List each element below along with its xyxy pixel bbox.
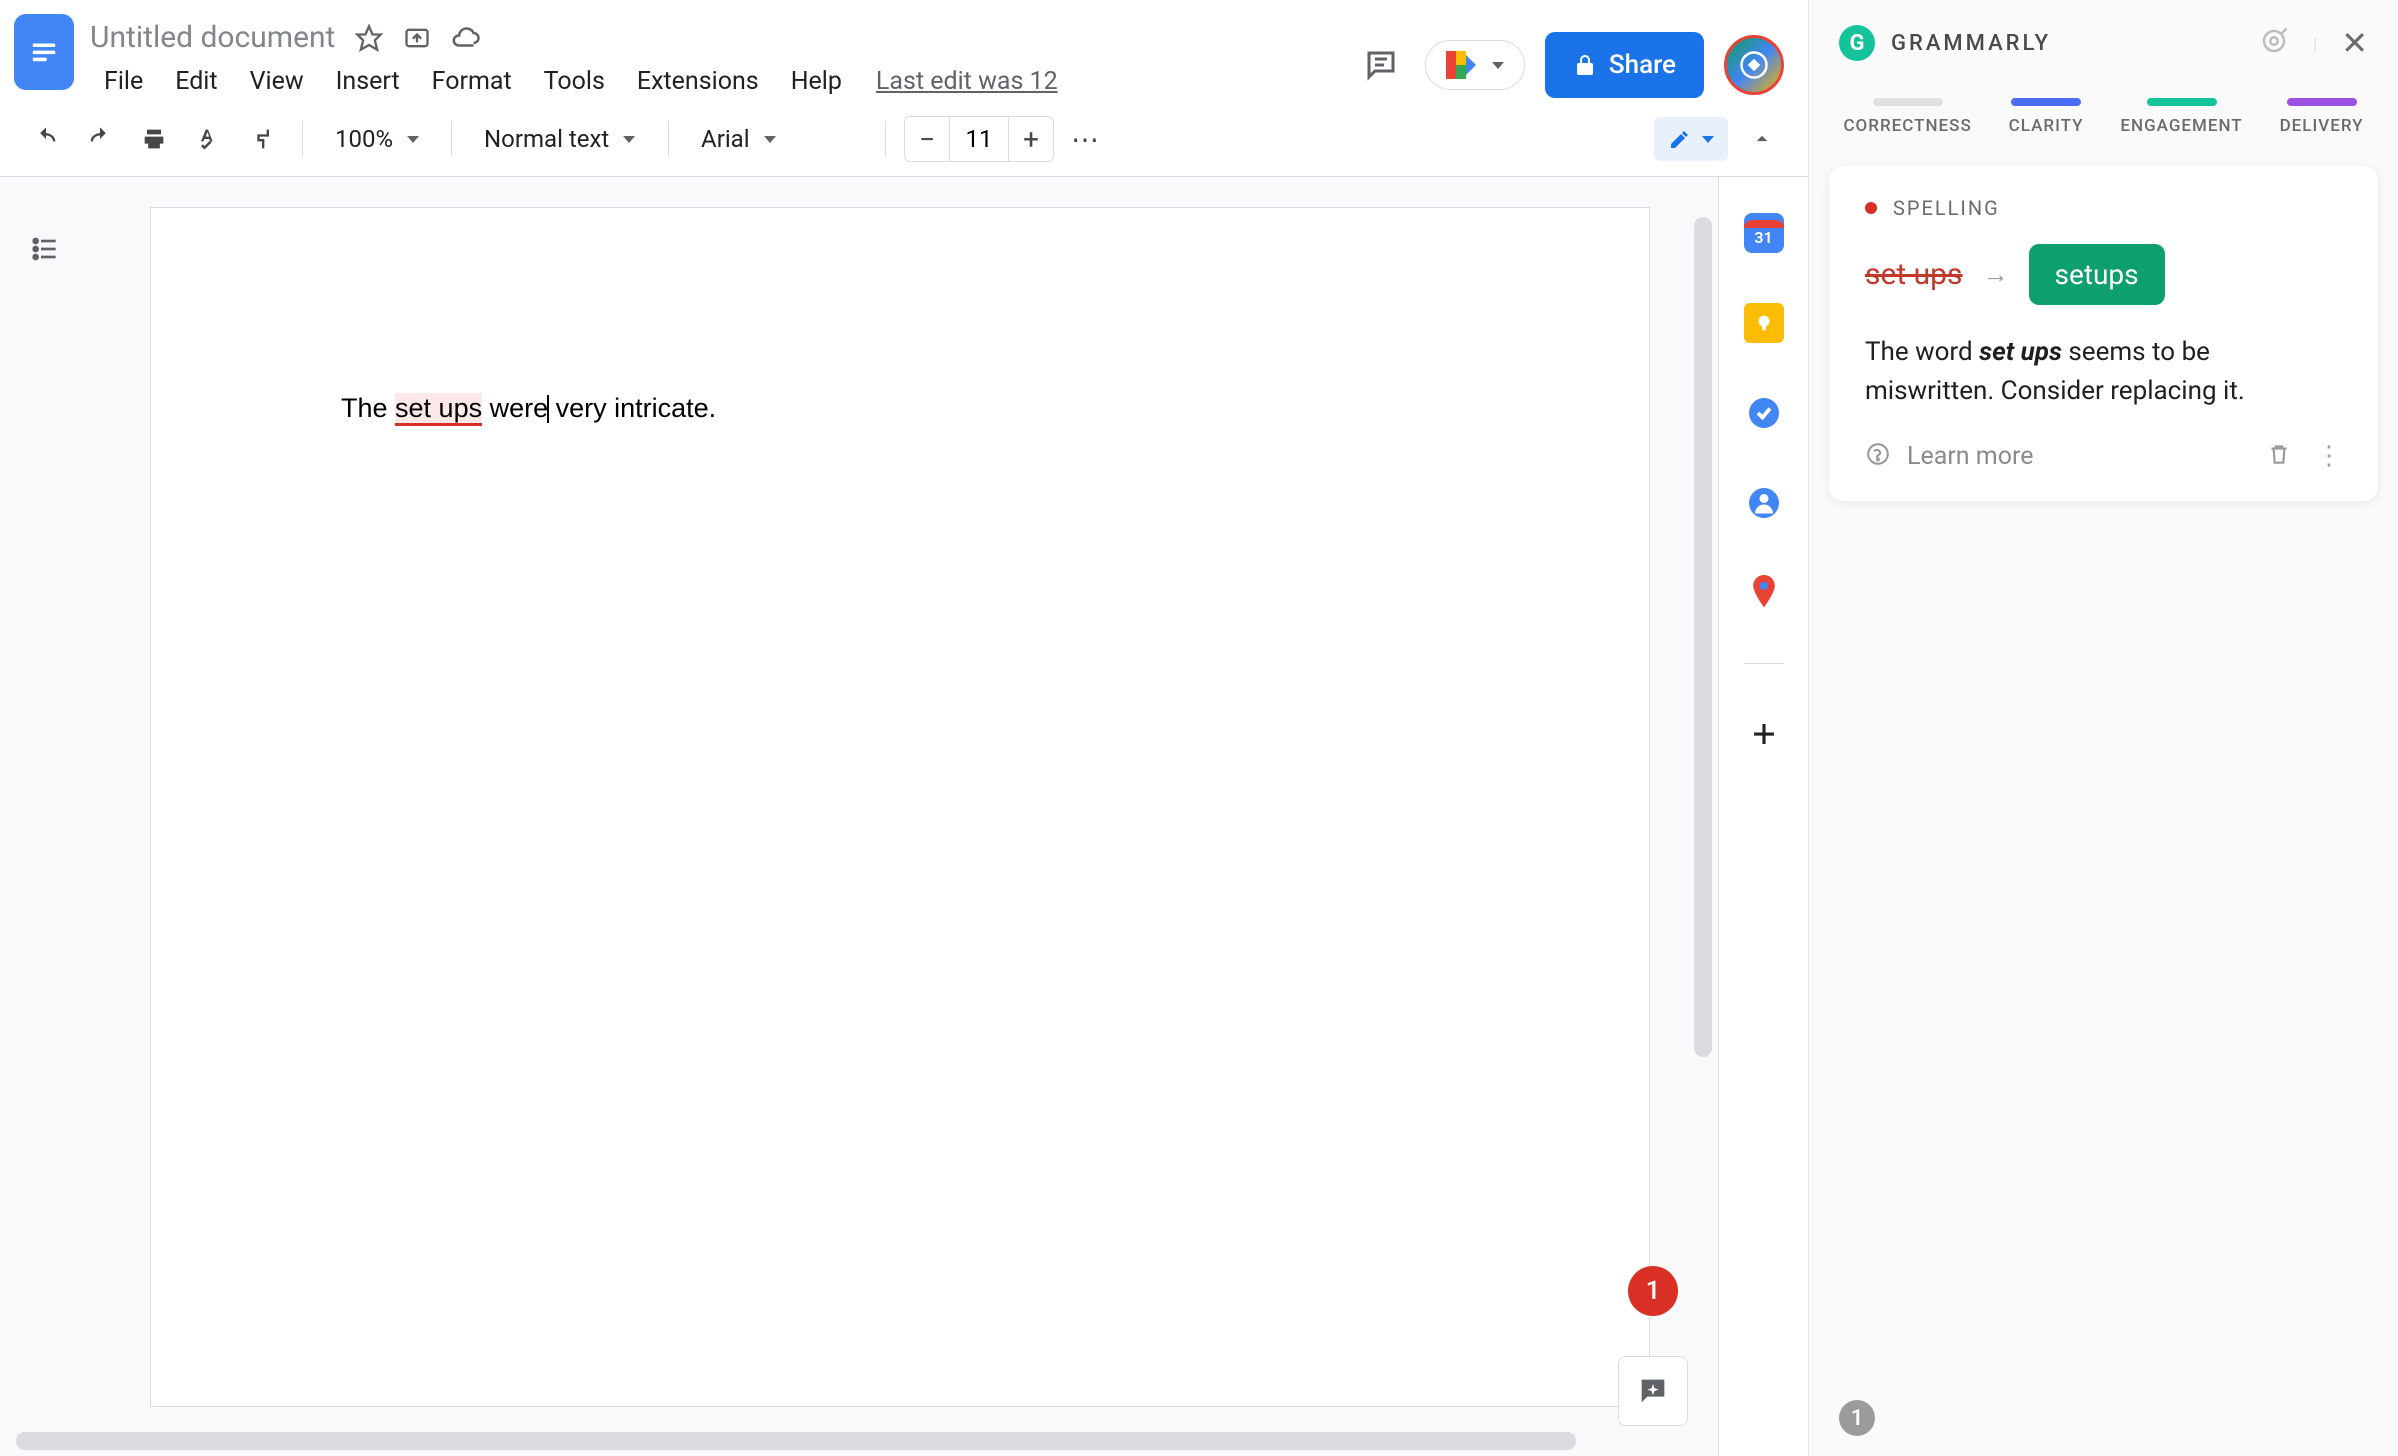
- chevron-down-icon: [764, 136, 776, 143]
- style-value: Normal text: [484, 125, 609, 153]
- spellcheck-button[interactable]: [186, 117, 230, 161]
- side-panel: 31: [1718, 177, 1808, 1456]
- star-icon[interactable]: [355, 24, 383, 52]
- font-select[interactable]: Arial: [687, 117, 867, 161]
- font-size-value[interactable]: 11: [949, 117, 1009, 161]
- explore-button[interactable]: [1618, 1356, 1688, 1426]
- font-size-decrease[interactable]: −: [905, 117, 949, 161]
- share-label: Share: [1609, 50, 1676, 80]
- print-button[interactable]: [132, 117, 176, 161]
- docs-logo[interactable]: [14, 14, 74, 90]
- menu-help[interactable]: Help: [777, 61, 856, 102]
- suggestion-count-badge[interactable]: 1: [1628, 1266, 1678, 1316]
- tasks-icon[interactable]: [1744, 393, 1784, 433]
- zoom-select[interactable]: 100%: [321, 117, 433, 161]
- contacts-icon[interactable]: [1744, 483, 1784, 523]
- help-icon[interactable]: [1865, 441, 1891, 471]
- avatar[interactable]: [1724, 35, 1784, 95]
- cloud-icon[interactable]: [451, 23, 481, 53]
- chevron-down-icon: [1702, 136, 1714, 143]
- menubar: File Edit View Insert Format Tools Exten…: [90, 61, 1341, 102]
- maps-icon[interactable]: [1744, 573, 1784, 613]
- menu-edit[interactable]: Edit: [161, 61, 231, 102]
- menu-format[interactable]: Format: [418, 61, 526, 102]
- arrow-icon: →: [1983, 259, 2009, 290]
- editing-mode-button[interactable]: [1654, 117, 1728, 161]
- target-icon[interactable]: [2259, 26, 2289, 60]
- tab-delivery[interactable]: DELIVERY: [2280, 98, 2364, 136]
- calendar-icon[interactable]: 31: [1744, 213, 1784, 253]
- meet-button[interactable]: [1425, 40, 1525, 90]
- spelling-error[interactable]: set ups: [395, 393, 482, 426]
- outline-toggle[interactable]: [23, 227, 67, 271]
- document-page[interactable]: The set ups were very intricate.: [150, 207, 1650, 1407]
- document-body: The set ups were very intricate. 31: [0, 177, 1808, 1456]
- suggestion-description: The word set ups seems to be miswritten.…: [1865, 333, 2342, 411]
- menu-tools[interactable]: Tools: [530, 61, 619, 102]
- chevron-down-icon: [623, 136, 635, 143]
- share-button[interactable]: Share: [1545, 32, 1704, 98]
- font-size-control: − 11 +: [904, 116, 1054, 162]
- more-toolbar-button[interactable]: ⋯: [1064, 117, 1108, 161]
- learn-more-link[interactable]: Learn more: [1907, 442, 2033, 471]
- chevron-down-icon: [407, 136, 419, 143]
- comments-icon[interactable]: [1357, 41, 1405, 89]
- chevron-down-icon: [1492, 62, 1504, 69]
- menu-insert[interactable]: Insert: [322, 61, 414, 102]
- undo-button[interactable]: [24, 117, 68, 161]
- suggestion-card: SPELLING set ups → setups The word set u…: [1829, 166, 2378, 501]
- paint-format-button[interactable]: [240, 117, 284, 161]
- style-select[interactable]: Normal text: [470, 117, 650, 161]
- toolbar: 100% Normal text Arial − 11 + ⋯: [0, 102, 1808, 177]
- document-text[interactable]: The set ups were very intricate.: [341, 388, 1459, 429]
- original-word: set ups: [1865, 257, 1963, 292]
- add-addon-button[interactable]: [1744, 714, 1784, 754]
- grammarly-tabs: CORRECTNESS CLARITY ENGAGEMENT DELIVERY: [1809, 86, 2398, 156]
- font-value: Arial: [701, 125, 750, 153]
- suggestion-category: SPELLING: [1893, 196, 2000, 220]
- tab-engagement[interactable]: ENGAGEMENT: [2120, 98, 2242, 136]
- category-dot: [1865, 202, 1877, 214]
- menu-file[interactable]: File: [90, 61, 157, 102]
- trash-icon[interactable]: [2266, 441, 2292, 471]
- collapse-button[interactable]: [1740, 117, 1784, 161]
- vertical-scrollbar[interactable]: [1694, 217, 1712, 1057]
- zoom-value: 100%: [335, 125, 393, 153]
- last-edit-link[interactable]: Last edit was 12: [876, 67, 1058, 96]
- horizontal-scrollbar[interactable]: [16, 1432, 1576, 1450]
- move-icon[interactable]: [403, 24, 431, 52]
- kebab-icon[interactable]: ⋮: [2316, 441, 2342, 471]
- grammarly-title: GRAMMARLY: [1891, 31, 2051, 56]
- tab-correctness[interactable]: CORRECTNESS: [1843, 98, 1971, 136]
- font-size-increase[interactable]: +: [1009, 117, 1053, 161]
- keep-icon[interactable]: [1744, 303, 1784, 343]
- header-bar: Untitled document File Edit View Insert …: [0, 0, 1808, 102]
- doc-title[interactable]: Untitled document: [90, 20, 335, 55]
- apply-suggestion-button[interactable]: setups: [2029, 244, 2165, 305]
- redo-button[interactable]: [78, 117, 122, 161]
- grammarly-logo[interactable]: G: [1839, 25, 1875, 61]
- menu-view[interactable]: View: [236, 61, 318, 102]
- menu-extensions[interactable]: Extensions: [623, 61, 773, 102]
- grammarly-panel: G GRAMMARLY | ✕ CORRECTNESS CLARITY ENGA…: [1808, 0, 2398, 1456]
- grammarly-count[interactable]: 1: [1839, 1400, 1875, 1436]
- tab-clarity[interactable]: CLARITY: [2009, 98, 2084, 136]
- close-icon[interactable]: ✕: [2341, 24, 2368, 62]
